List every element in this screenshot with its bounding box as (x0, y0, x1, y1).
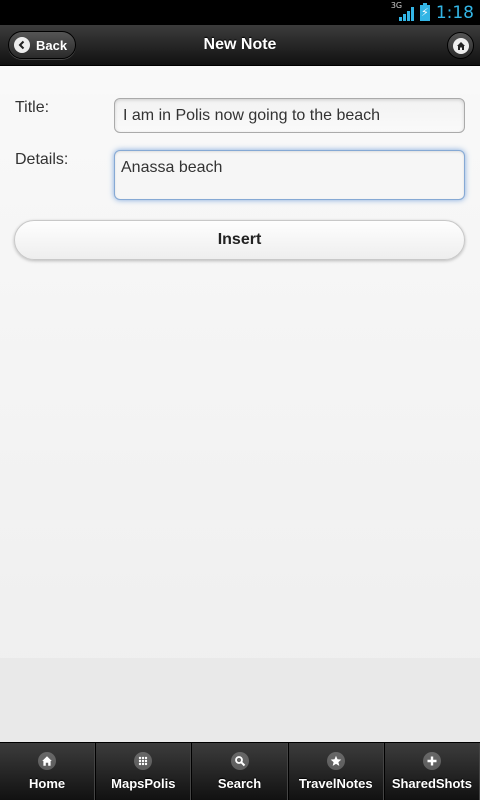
signal-icon: 3G (391, 1, 414, 21)
title-label: Title: (15, 99, 50, 116)
star-icon (326, 752, 345, 770)
main-content: Title: Details: Anassa beach Insert (0, 66, 480, 742)
status-clock: 1:18 (435, 2, 474, 23)
details-textarea[interactable]: Anassa beach (114, 150, 465, 200)
title-input[interactable] (114, 98, 465, 133)
nav-item-mapspolis[interactable]: MapsPolis (95, 743, 192, 800)
home-icon (452, 37, 469, 54)
header-home-button[interactable] (447, 32, 474, 59)
nav-item-label: Home (29, 776, 66, 791)
details-label: Details: (15, 151, 69, 168)
app-header: New Note Back (0, 25, 480, 66)
grid-icon (134, 752, 153, 770)
nav-item-home[interactable]: Home (0, 743, 96, 800)
search-icon (230, 752, 249, 770)
back-button[interactable]: Back (8, 31, 76, 59)
battery-icon: ⚡ (419, 2, 430, 21)
nav-item-search[interactable]: Search (191, 743, 288, 800)
status-bar: 3G ⚡ 1:18 (0, 0, 480, 25)
nav-item-travelnotes[interactable]: TravelNotes (287, 743, 384, 800)
bottom-navbar: Home MapsPolis Search TravelNotes Shared… (0, 742, 480, 800)
nav-item-label: SharedShots (391, 776, 472, 791)
back-button-label: Back (36, 37, 68, 53)
chevron-left-icon (14, 37, 30, 53)
nav-item-label: TravelNotes (298, 776, 373, 791)
content-bottom-band (0, 658, 480, 742)
plus-icon (422, 752, 441, 770)
network-type-label: 3G (390, 0, 403, 10)
content-top-band (0, 66, 480, 94)
nav-item-label: MapsPolis (111, 776, 176, 791)
nav-item-label: Search (217, 776, 262, 791)
insert-button[interactable]: Insert (14, 220, 465, 260)
home-icon (38, 752, 57, 770)
nav-item-sharedshots[interactable]: SharedShots (383, 743, 480, 800)
